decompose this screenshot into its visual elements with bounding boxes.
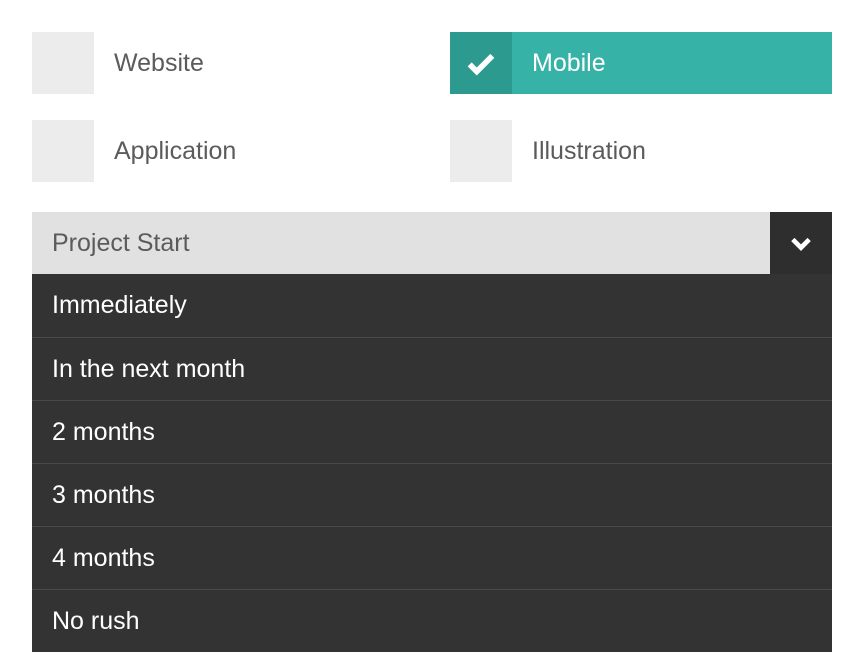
dropdown-item-2-months[interactable]: 2 months xyxy=(32,400,832,463)
dropdown-item-3-months[interactable]: 3 months xyxy=(32,463,832,526)
option-label: Mobile xyxy=(512,49,606,78)
checkbox-icon xyxy=(32,120,94,182)
option-label: Website xyxy=(94,49,204,78)
option-illustration[interactable]: Illustration xyxy=(450,120,832,182)
dropdown-list: Immediately In the next month 2 months 3… xyxy=(32,274,832,652)
dropdown-item-no-rush[interactable]: No rush xyxy=(32,589,832,652)
option-label: Application xyxy=(94,137,236,166)
chevron-down-icon xyxy=(787,229,815,257)
check-icon xyxy=(464,46,498,80)
dropdown-item-next-month[interactable]: In the next month xyxy=(32,337,832,400)
checkbox-icon xyxy=(32,32,94,94)
project-type-options: Website Mobile Application Illustration xyxy=(32,32,832,182)
dropdown-item-4-months[interactable]: 4 months xyxy=(32,526,832,589)
checkbox-icon xyxy=(450,32,512,94)
dropdown-title: Project Start xyxy=(52,229,190,258)
dropdown-title-area: Project Start xyxy=(32,212,770,274)
option-mobile[interactable]: Mobile xyxy=(450,32,832,94)
checkbox-icon xyxy=(450,120,512,182)
dropdown-toggle[interactable] xyxy=(770,212,832,274)
option-website[interactable]: Website xyxy=(32,32,414,94)
option-application[interactable]: Application xyxy=(32,120,414,182)
dropdown-item-immediately[interactable]: Immediately xyxy=(32,274,832,337)
project-start-dropdown: Project Start Immediately In the next mo… xyxy=(32,212,832,652)
dropdown-header[interactable]: Project Start xyxy=(32,212,832,274)
option-label: Illustration xyxy=(512,137,646,166)
